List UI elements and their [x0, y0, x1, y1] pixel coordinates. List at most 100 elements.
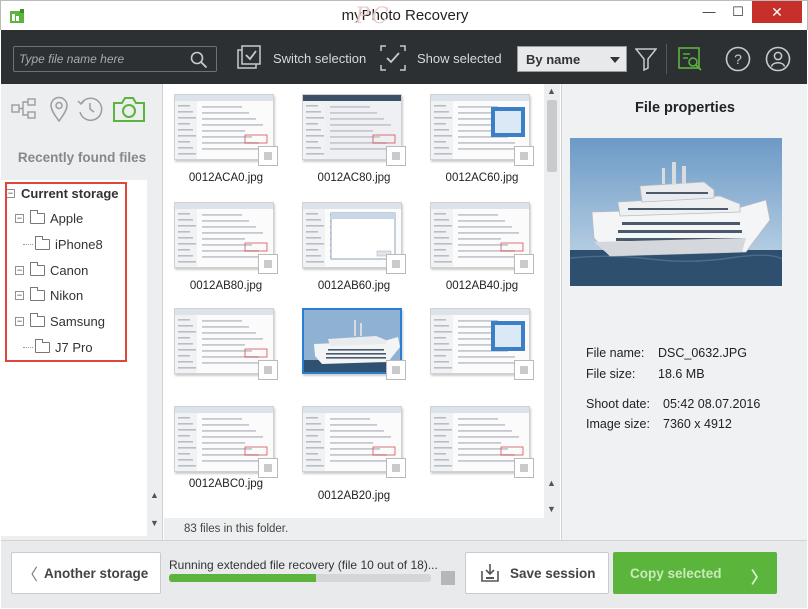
maximize-button[interactable]: ☐	[723, 1, 753, 23]
file-thumbnail[interactable]: 0012AC60.jpg	[430, 94, 534, 190]
user-icon[interactable]	[765, 46, 791, 72]
file-thumbnail[interactable]: 0012AB80.jpg	[174, 202, 278, 298]
stop-button[interactable]	[441, 571, 455, 585]
properties-title: File properties	[635, 100, 735, 116]
prop-file-size: File size: 18.6 MB	[586, 367, 705, 381]
search-icon[interactable]	[190, 51, 208, 69]
file-thumbnail[interactable]	[430, 308, 534, 404]
prop-key: File name:	[586, 346, 645, 360]
prop-value: 7360 x 4912	[663, 417, 732, 431]
file-thumbnail[interactable]: 0012AC80.jpg	[302, 94, 406, 190]
file-thumbnail[interactable]	[302, 308, 406, 404]
thumbnail-filename: 0012ABC0.jpg	[188, 478, 264, 490]
camera-tab[interactable]	[111, 94, 147, 124]
show-selected-button[interactable]: Show selected	[379, 44, 502, 72]
close-button[interactable]: ✕	[752, 1, 802, 23]
folder-file-count: 83 files in this folder.	[164, 518, 560, 540]
thumbnail-filename: 0012AC60.jpg	[445, 172, 519, 184]
tree-view-tab[interactable]	[9, 94, 39, 124]
thumbnail-checkbox[interactable]	[386, 146, 406, 166]
window-title: myPhoto Recovery	[341, 7, 469, 24]
thumbnail-checkbox[interactable]	[258, 360, 278, 380]
switch-selection-button[interactable]: Switch selection	[237, 44, 366, 72]
camera-icon	[113, 97, 145, 122]
search-input[interactable]	[19, 49, 179, 69]
sort-value: By name	[526, 52, 581, 67]
prop-image-size: Image size: 7360 x 4912	[586, 417, 732, 431]
file-thumbnail[interactable]: 0012ACA0.jpg	[174, 94, 278, 190]
file-thumbnail[interactable]: 0012AB60.jpg	[302, 202, 406, 298]
thumbnail-grid: 0012ACA0.jpg 0012AC80.jpg 0012AC60.jpg 0012…	[164, 84, 544, 518]
prop-key: Shoot date:	[586, 397, 650, 411]
another-storage-label: Another storage	[44, 565, 149, 581]
chevron-down-icon	[610, 57, 620, 63]
switch-selection-icon	[237, 45, 261, 69]
progress-fill	[169, 574, 316, 582]
thumbnail-checkbox[interactable]	[386, 254, 406, 274]
tree-scrollbar[interactable]: ▲ ▼	[147, 180, 162, 536]
thumbnail-filename: 0012ACA0.jpg	[188, 172, 264, 184]
scrollbar-thumb[interactable]	[547, 100, 557, 172]
scroll-down-icon[interactable]: ▲	[547, 478, 556, 488]
help-icon[interactable]: ?	[725, 46, 751, 72]
tree-icon	[11, 98, 36, 119]
file-thumbnail[interactable]	[174, 308, 278, 404]
thumbnail-checkbox[interactable]	[258, 254, 278, 274]
switch-selection-label: Switch selection	[273, 50, 367, 66]
save-session-button[interactable]: Save session	[465, 552, 609, 594]
preview-icon[interactable]	[677, 46, 703, 72]
thumbnail-checkbox[interactable]	[386, 458, 406, 478]
scroll-up-icon[interactable]: ▲	[547, 86, 556, 96]
thumbnail-filename: 0012AB40.jpg	[445, 280, 519, 292]
mode-tabs	[1, 84, 163, 136]
date-tab[interactable]	[75, 94, 105, 124]
prop-key: File size:	[586, 367, 636, 381]
scroll-down-icon[interactable]: ▼	[547, 504, 556, 514]
tree-highlight-box	[5, 182, 127, 362]
show-selected-label: Show selected	[417, 50, 502, 66]
title-bar: myPhoto Recovery PC — ☐ ✕	[0, 0, 808, 30]
copy-selected-button[interactable]: Copy selected 〉	[613, 552, 777, 594]
location-tab[interactable]	[44, 94, 74, 124]
grid-scrollbar[interactable]: ▲ ▲ ▼	[544, 84, 560, 518]
prop-value: 05:42 08.07.2016	[663, 397, 761, 411]
thumbnail-filename: 0012AC80.jpg	[317, 172, 391, 184]
search-box	[13, 46, 217, 72]
filter-icon[interactable]	[635, 47, 657, 71]
sort-dropdown[interactable]: By name	[517, 46, 627, 72]
file-properties-panel: File properties File name: DSC_0632.JPG	[561, 84, 807, 540]
file-thumbnail[interactable]: 0012AB20.jpg	[302, 406, 406, 502]
recently-found-files-label[interactable]: Recently found files	[1, 150, 163, 165]
file-thumbnail[interactable]: 0012ABC0.jpg	[174, 406, 278, 502]
save-session-icon	[481, 564, 499, 582]
prop-shoot-date: Shoot date: 05:42 08.07.2016	[586, 397, 760, 411]
thumbnail-checkbox[interactable]	[514, 254, 534, 274]
thumbnail-checkbox[interactable]	[514, 458, 534, 478]
file-thumbnail[interactable]: 0012AB40.jpg	[430, 202, 534, 298]
chevron-right-icon: 〉	[750, 570, 767, 587]
thumbnail-checkbox[interactable]	[514, 360, 534, 380]
thumbnail-checkbox[interactable]	[386, 360, 406, 380]
thumbnail-filename: 0012AB60.jpg	[317, 280, 391, 292]
thumbnail-checkbox[interactable]	[258, 458, 278, 478]
svg-text:?: ?	[734, 51, 742, 67]
recovery-progress-bar	[169, 574, 431, 582]
location-icon	[50, 96, 68, 122]
minimize-button[interactable]: —	[694, 1, 724, 23]
left-panel: Recently found files ▲ ▼ − Current stora…	[1, 84, 163, 540]
file-thumbnail[interactable]	[430, 406, 534, 502]
clock-icon	[77, 97, 103, 121]
copy-selected-label: Copy selected	[630, 565, 722, 581]
thumbnail-checkbox[interactable]	[514, 146, 534, 166]
another-storage-button[interactable]: 〈 Another storage	[11, 552, 161, 594]
toolbar: Switch selection Show selected By name ?	[1, 30, 807, 84]
prop-file-name: File name: DSC_0632.JPG	[586, 346, 747, 360]
scroll-up-icon[interactable]: ▲	[150, 490, 159, 500]
chevron-left-icon: 〈	[22, 567, 39, 584]
thumbnail-checkbox[interactable]	[258, 146, 278, 166]
prop-value: DSC_0632.JPG	[658, 346, 747, 360]
prop-key: Image size:	[586, 417, 650, 431]
thumbnail-filename: 0012AB80.jpg	[189, 280, 263, 292]
scroll-down-icon[interactable]: ▼	[150, 518, 159, 528]
save-session-label: Save session	[510, 565, 596, 581]
